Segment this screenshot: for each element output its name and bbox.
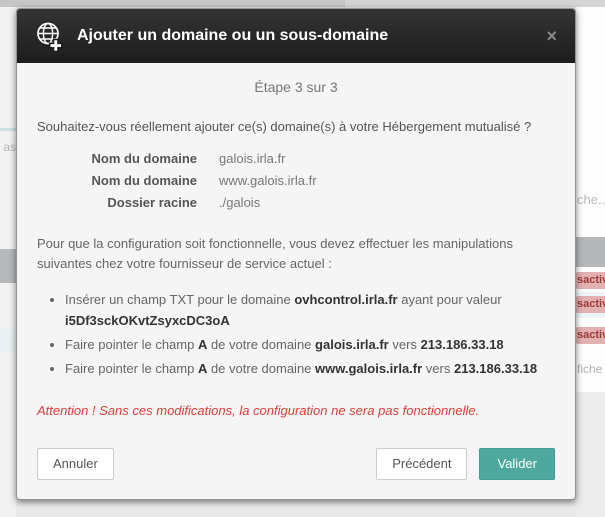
instruction-text: Faire pointer le champ [65,337,198,352]
instruction-txt-value: i5Df3sckOKvtZsyxcDC3oA [65,313,230,328]
field-root-folder: Dossier racine ./galois [37,192,555,214]
background-table-header-fragment-left [0,249,16,283]
modal-header: Ajouter un domaine ou un sous-domaine × [17,9,575,63]
status-badge: sactiv [576,296,605,313]
summary-fields: Nom du domaine galois.irla.fr Nom du dom… [37,148,555,214]
background-text-fragment-left: s as [0,140,16,154]
dns-instructions-list: Insérer un champ TXT pour le domaine ovh… [37,290,545,379]
warning-message: Attention ! Sans ces modifications, la c… [37,403,555,418]
field-label: Nom du domaine [37,148,197,170]
background-tab-underline [0,128,16,131]
instruction-text: Insérer un champ TXT pour le domaine [65,292,294,307]
instruction-text: ayant pour valeur [398,292,502,307]
background-search-placeholder-fragment: che... [577,192,605,207]
background-table-row-fragment-left [0,329,16,352]
instruction-text: Faire pointer le champ [65,361,198,376]
instruction-text: vers [422,361,454,376]
instruction-text: de votre domaine [207,361,315,376]
list-item: Insérer un champ TXT pour le domaine ovh… [65,290,545,332]
previous-button[interactable]: Précédent [376,448,467,480]
background-pagination-fragment: fiche [577,362,602,376]
background-left-edge: s as [0,7,16,517]
instruction-record-type: A [198,337,207,352]
close-icon[interactable]: × [544,27,559,45]
modal-body: Étape 3 sur 3 Souhaitez-vous réellement … [17,79,575,480]
field-value: galois.irla.fr [219,148,285,170]
instruction-text: vers [389,337,421,352]
status-badge: sactiv [576,327,605,344]
field-domain-1: Nom du domaine galois.irla.fr [37,148,555,170]
confirmation-question: Souhaitez-vous réellement ajouter ce(s) … [37,119,555,134]
instruction-domain: galois.irla.fr [315,337,389,352]
add-domain-modal: Ajouter un domaine ou un sous-domaine × … [16,8,576,500]
globe-add-icon [33,20,65,52]
instruction-ip: 213.186.33.18 [454,361,537,376]
field-label: Nom du domaine [37,170,197,192]
cancel-button[interactable]: Annuler [37,448,114,480]
modal-footer: Annuler Précédent Valider [37,448,555,480]
list-item: Faire pointer le champ A de votre domain… [65,335,545,356]
modal-title: Ajouter un domaine ou un sous-domaine [77,27,544,45]
field-value: www.galois.irla.fr [219,170,317,192]
field-value: ./galois [219,192,260,214]
instruction-domain: ovhcontrol.irla.fr [294,292,397,307]
background-top-strip-right [345,0,605,7]
field-label: Dossier racine [37,192,197,214]
instruction-domain: www.galois.irla.fr [315,361,422,376]
field-domain-2: Nom du domaine www.galois.irla.fr [37,170,555,192]
instruction-ip: 213.186.33.18 [421,337,504,352]
background-right-edge: che... sactiv sactiv sactiv fiche [576,7,605,517]
status-badge: sactiv [576,272,605,289]
validate-button[interactable]: Valider [479,448,555,480]
list-item: Faire pointer le champ A de votre domain… [65,359,545,380]
page: s as che... sactiv sactiv sactiv fiche [0,0,605,517]
instructions-intro: Pour que la configuration soit fonctionn… [37,234,542,274]
step-indicator: Étape 3 sur 3 [37,79,555,95]
background-table-header-fragment-right [576,237,605,267]
instruction-record-type: A [198,361,207,376]
instruction-text: de votre domaine [207,337,315,352]
